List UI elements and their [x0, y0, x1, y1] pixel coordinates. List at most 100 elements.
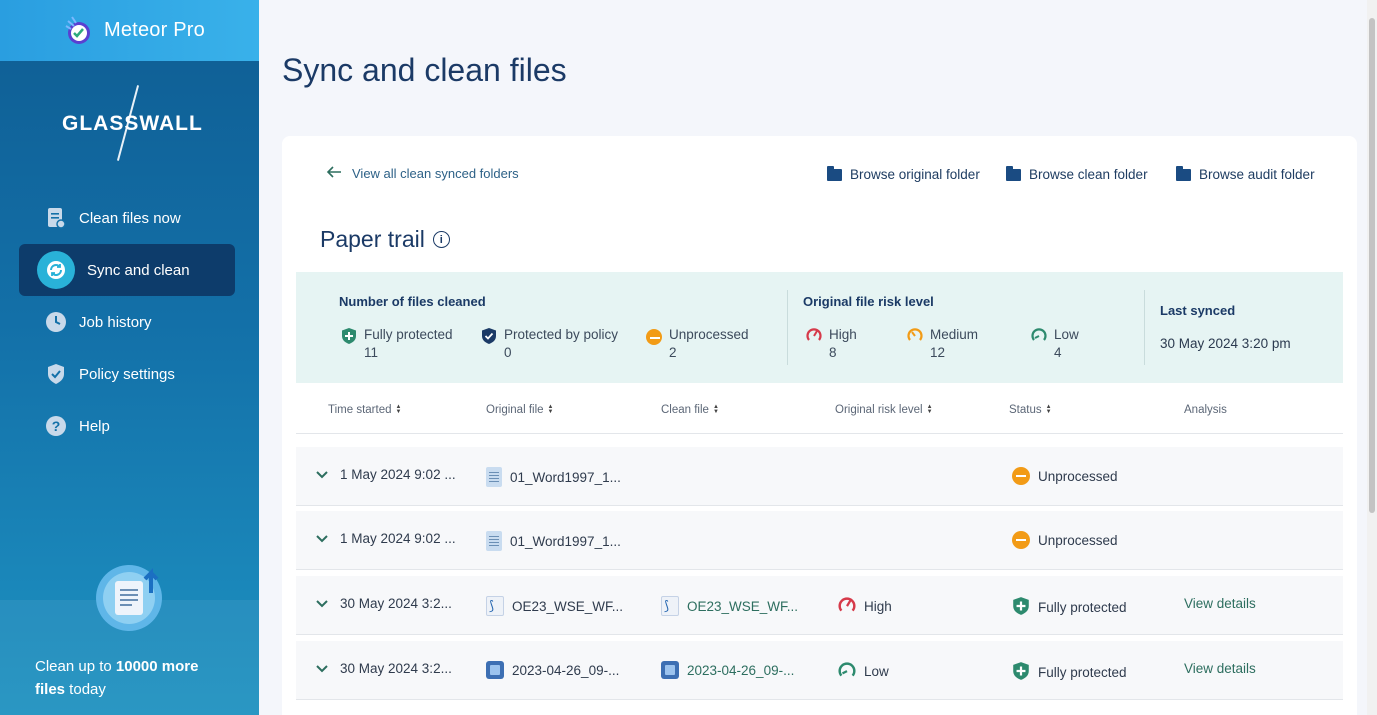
back-link-label: View all clean synced folders	[352, 166, 519, 181]
info-icon[interactable]: i	[432, 231, 450, 248]
main-content: Sync and clean files View all clean sync…	[259, 0, 1377, 715]
header-original-file[interactable]: Original file ▲ ▼	[486, 404, 553, 416]
chevron-down-icon[interactable]	[316, 532, 328, 546]
chevron-down-icon[interactable]	[316, 597, 328, 611]
header-time-started[interactable]: Time started ▲ ▼	[328, 404, 401, 416]
view-details-link[interactable]: View details	[1184, 661, 1256, 676]
cell-time: 1 May 2024 9:02 ...	[316, 531, 456, 546]
stat-value: 12	[930, 345, 946, 360]
sidebar-item-label: Help	[79, 417, 110, 435]
header-clean-file[interactable]: Clean file ▲ ▼	[661, 404, 719, 416]
stat-label: Protected by policy	[504, 327, 619, 342]
paper-trail-card: View all clean synced folders Browse ori…	[282, 136, 1357, 715]
original-file-name: OE23_WSE_WF...	[512, 598, 624, 614]
view-details-link[interactable]: View details	[1184, 596, 1256, 611]
folder-icon	[827, 165, 842, 181]
glasswall-logo: GLASSWALL	[0, 84, 259, 161]
cell-original-file: 01_Word1997_1...	[486, 531, 621, 551]
gauge-medium-icon	[907, 327, 923, 360]
time-text: 1 May 2024 9:02 ...	[340, 467, 456, 482]
sidebar-item-label: Clean files now	[79, 209, 181, 227]
shield-check-icon	[481, 327, 497, 360]
browse-label: Browse clean folder	[1029, 167, 1148, 182]
stat-text: Low 4	[1054, 327, 1079, 360]
status-text: Unprocessed	[1038, 532, 1118, 548]
arrow-left-icon	[326, 166, 342, 181]
clean-file-link[interactable]: OE23_WSE_WF...	[687, 599, 798, 614]
cell-risk: Low	[838, 661, 889, 682]
sidebar-item-clean-files-now[interactable]: Clean files now	[19, 192, 235, 244]
divider	[1144, 290, 1145, 365]
header-analysis: Analysis	[1184, 404, 1227, 416]
clean-file-link[interactable]: 2023-04-26_09-...	[687, 663, 794, 678]
sidebar-item-label: Job history	[79, 313, 152, 331]
cell-status: Fully protected	[1012, 661, 1127, 684]
cell-time: 30 May 2024 3:2...	[316, 661, 452, 676]
stat-label: Medium	[930, 327, 979, 342]
folder-icon	[1006, 165, 1021, 181]
status-text: Unprocessed	[1038, 468, 1118, 484]
cell-analysis: View details	[1184, 596, 1256, 611]
gauge-high-icon	[838, 596, 856, 617]
sync-icon	[37, 251, 75, 289]
divider	[787, 290, 788, 365]
meteor-logo-icon	[62, 15, 94, 47]
stat-medium-risk: Medium 12	[907, 327, 978, 360]
table-row[interactable]: 30 May 2024 3:2... OE23_WSE_WF... OE23_W…	[296, 576, 1343, 635]
page-title: Sync and clean files	[282, 52, 567, 88]
sidebar-item-label: Sync and clean	[87, 261, 190, 279]
files-cleaned-heading: Number of files cleaned	[339, 294, 486, 309]
table-row[interactable]: 1 May 2024 9:02 ... 01_Word1997_1... Unp…	[296, 511, 1343, 570]
app-title: Meteor Pro	[104, 19, 205, 41]
cell-clean-file[interactable]: OE23_WSE_WF...	[661, 596, 798, 616]
cell-risk: High	[838, 596, 892, 617]
stat-text: High 8	[829, 327, 857, 360]
stat-value: 11	[364, 345, 379, 360]
sort-icon: ▲ ▼	[926, 404, 933, 415]
pdf-file-icon	[486, 596, 504, 616]
table-row[interactable]: 30 May 2024 3:2... 2023-04-26_09-... 202…	[296, 641, 1343, 700]
table-header: Time started ▲ ▼ Original file ▲ ▼ Clean f…	[296, 389, 1343, 434]
sidebar-item-policy-settings[interactable]: Policy settings	[19, 348, 235, 400]
header-risk-level[interactable]: Original risk level ▲ ▼	[835, 404, 933, 416]
cell-original-file: 01_Word1997_1...	[486, 467, 621, 487]
scrollbar-thumb[interactable]	[1369, 18, 1375, 513]
browse-audit-folder-button[interactable]: Browse audit folder	[1176, 165, 1315, 182]
sidebar-item-help[interactable]: ? Help	[19, 400, 235, 452]
stat-label: Low	[1054, 327, 1079, 342]
shield-plus-icon	[1012, 596, 1030, 619]
risk-text: High	[864, 599, 892, 614]
back-link[interactable]: View all clean synced folders	[326, 166, 519, 181]
stat-value: 4	[1054, 345, 1062, 360]
sidebar-item-sync-and-clean[interactable]: Sync and clean	[19, 244, 235, 296]
cell-original-file: OE23_WSE_WF...	[486, 596, 623, 616]
minus-circle-icon	[646, 329, 662, 345]
time-text: 30 May 2024 3:2...	[340, 596, 452, 611]
risk-text: Low	[864, 664, 889, 679]
shield-check-icon	[45, 363, 67, 385]
cell-status: Unprocessed	[1012, 531, 1118, 549]
stat-text: Protected by policy 0	[504, 327, 618, 360]
time-text: 1 May 2024 9:02 ...	[340, 531, 456, 546]
cell-clean-file[interactable]: 2023-04-26_09-...	[661, 661, 794, 679]
sidebar: Meteor Pro GLASSWALL Clean files now Syn…	[0, 0, 259, 715]
gauge-low-icon	[1031, 327, 1047, 360]
last-synced-value: 30 May 2024 3:20 pm	[1160, 336, 1291, 351]
browse-clean-folder-button[interactable]: Browse clean folder	[1006, 165, 1148, 182]
app-header: Meteor Pro	[0, 0, 259, 61]
original-file-name: 01_Word1997_1...	[510, 533, 621, 549]
stat-value: 0	[504, 345, 512, 360]
vertical-scrollbar[interactable]	[1367, 0, 1377, 715]
table-row[interactable]: 1 May 2024 9:02 ... 01_Word1997_1... Unp…	[296, 447, 1343, 506]
chevron-down-icon[interactable]	[316, 468, 328, 482]
document-file-icon	[486, 467, 502, 487]
header-status[interactable]: Status ▲ ▼	[1009, 404, 1052, 416]
original-file-name: 01_Word1997_1...	[510, 469, 621, 485]
clean-files-icon	[45, 207, 67, 229]
sidebar-item-job-history[interactable]: Job history	[19, 296, 235, 348]
browse-original-folder-button[interactable]: Browse original folder	[827, 165, 980, 182]
status-text: Fully protected	[1038, 665, 1127, 680]
sidebar-nav: Clean files now Sync and clean Job histo…	[19, 192, 235, 452]
gauge-low-icon	[838, 661, 856, 682]
chevron-down-icon[interactable]	[316, 662, 328, 676]
